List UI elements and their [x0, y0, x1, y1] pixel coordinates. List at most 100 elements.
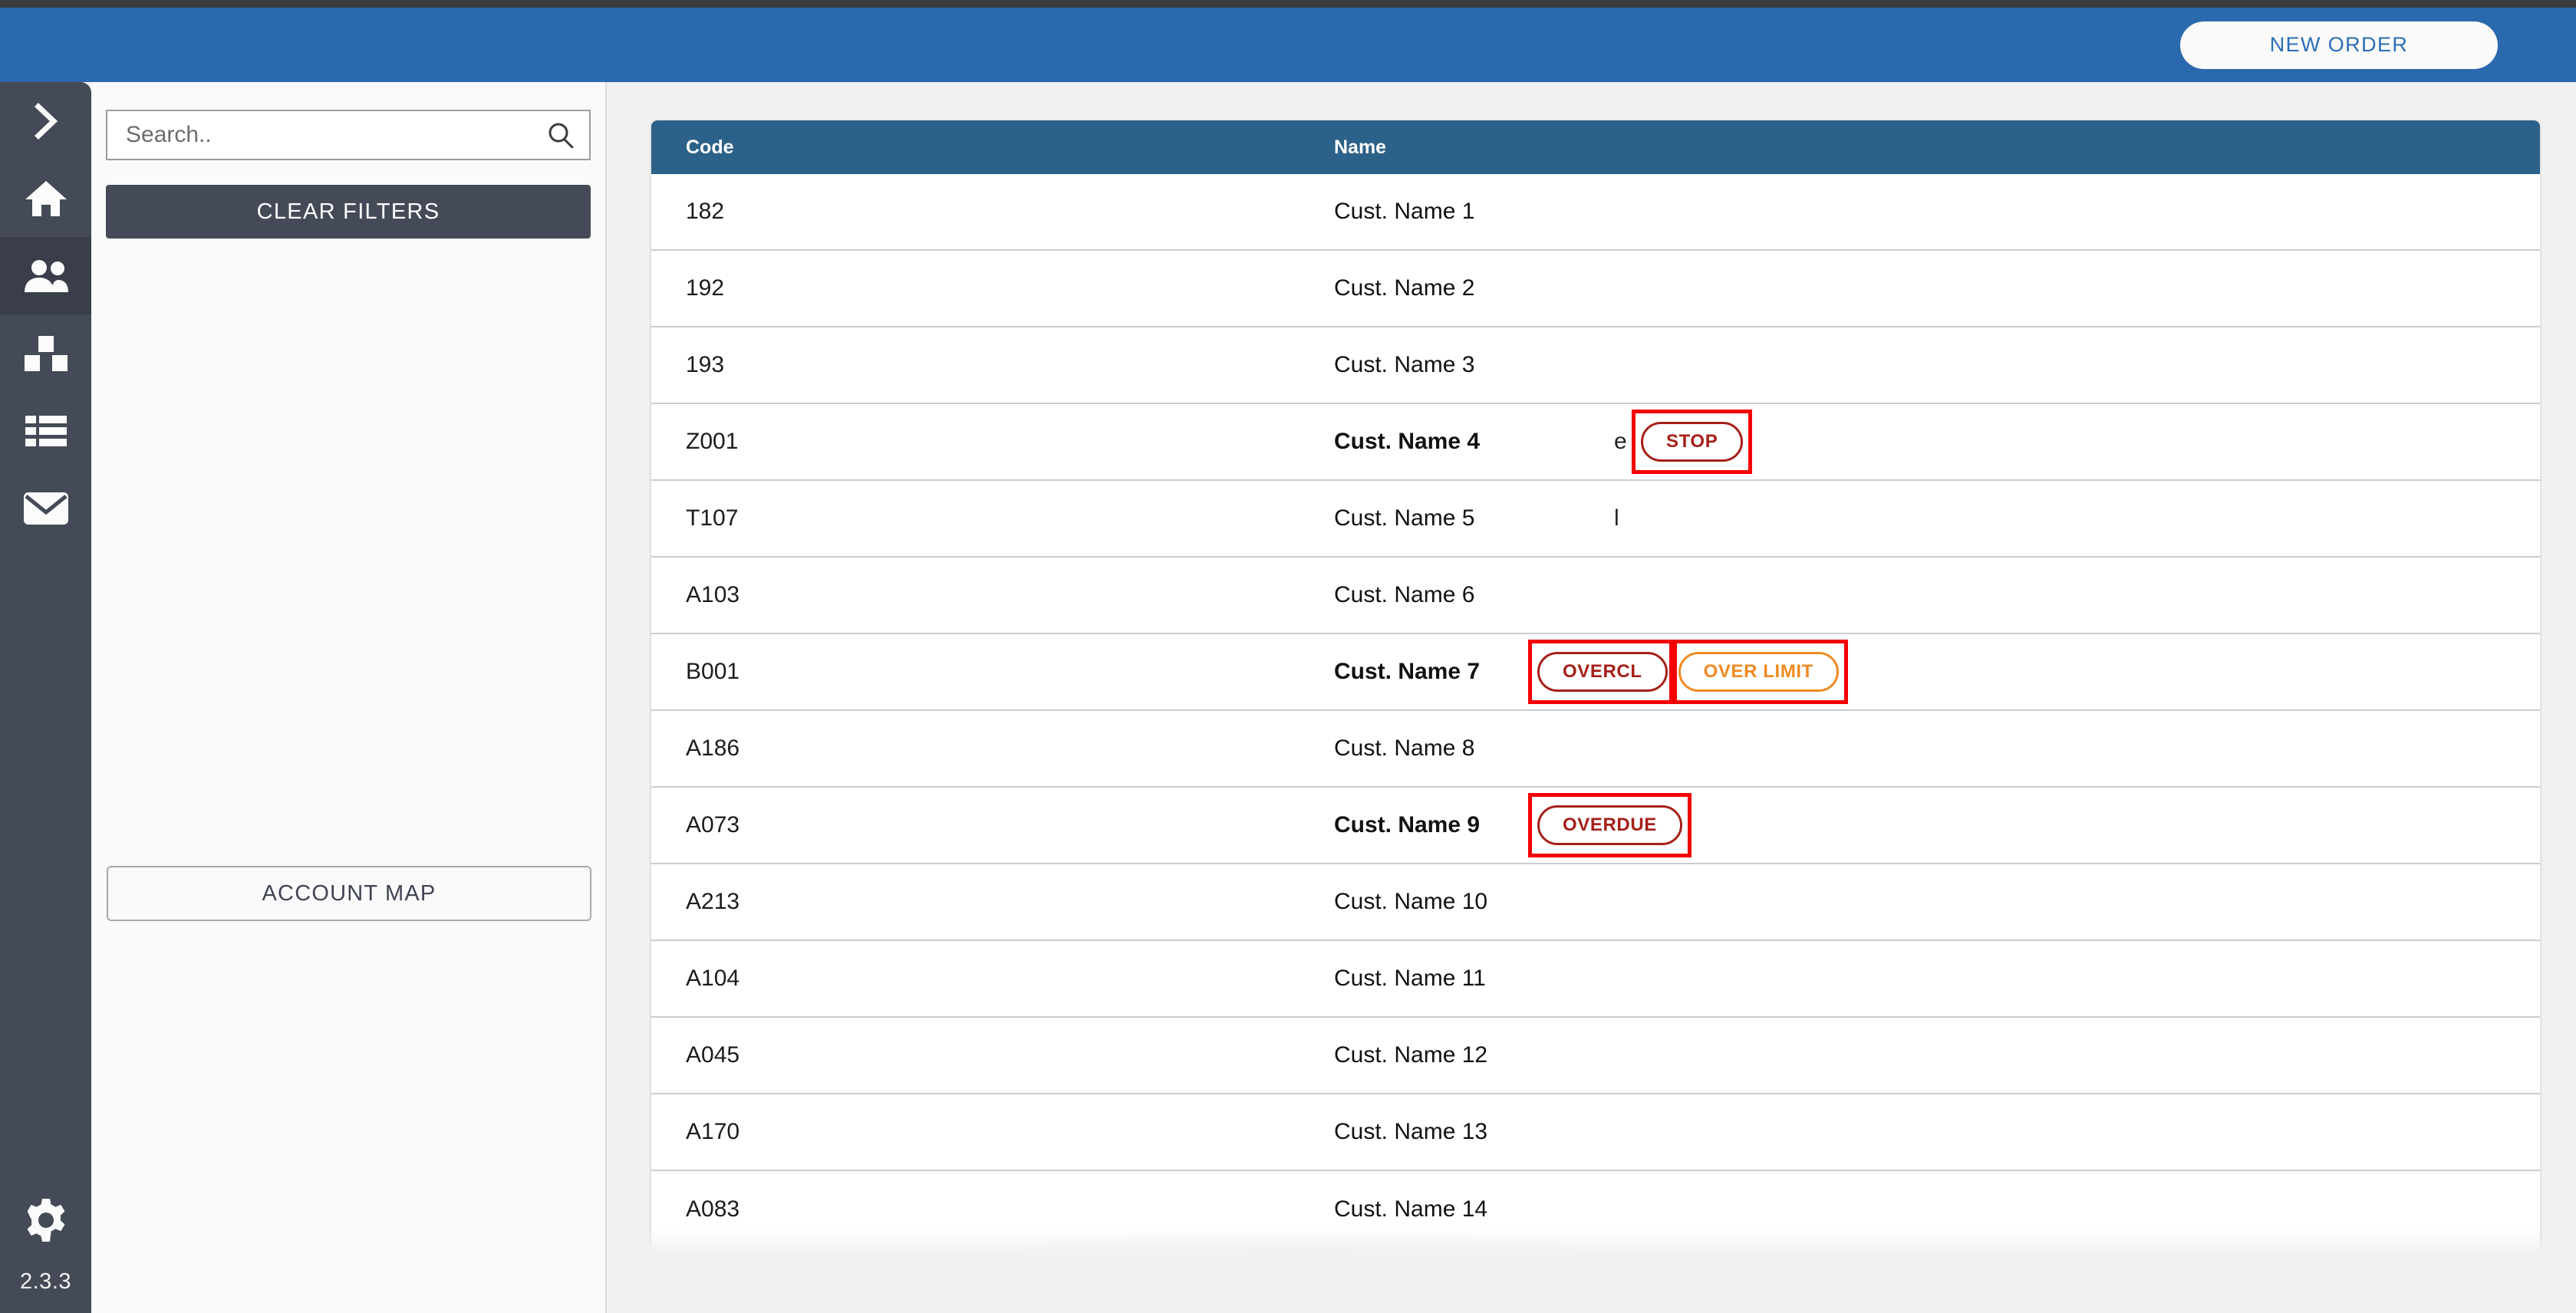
customer-name-label: Cust. Name 7 [1334, 659, 1480, 685]
cell-name: Cust. Name 10 [1307, 864, 2540, 940]
table-row[interactable]: 182Cust. Name 1 [651, 174, 2540, 251]
sidebar-item-products[interactable] [0, 314, 91, 392]
sidebar-item-messages[interactable] [0, 469, 91, 547]
table-row[interactable]: B001 Cust. Name 7 OVERCLOVER LIMIT [651, 634, 2540, 711]
status-badge[interactable]: STOP [1641, 422, 1743, 462]
sidebar-item-home[interactable] [0, 160, 91, 237]
table-row[interactable]: T107 Cust. Name 5 l [651, 481, 2540, 558]
customer-name-label: Cust. Name 4 [1334, 429, 1480, 455]
top-app-bar: NEW ORDER [0, 8, 2576, 82]
status-badge-group: OVERCLOVER LIMIT [1537, 652, 1839, 692]
app-version-label: 2.3.3 [20, 1269, 71, 1295]
customers-table: Code Name 182Cust. Name 1192Cust. Name 2… [651, 120, 2540, 1281]
cell-name: Cust. Name 4 e STOP [1307, 404, 2540, 479]
people-icon [23, 259, 69, 293]
table-row[interactable]: A045 Cust. Name 12 [651, 1018, 2540, 1094]
cell-code: A103 [651, 582, 1307, 608]
table-row[interactable]: Z001 Cust. Name 4 e STOP [651, 404, 2540, 481]
main-content-area: Code Name 182Cust. Name 1192Cust. Name 2… [607, 82, 2576, 1313]
cell-name: Cust. Name 11 [1307, 941, 2540, 1016]
gear-icon [24, 1198, 68, 1242]
cell-code: A073 [651, 812, 1307, 838]
cell-name: Cust. Name 8 [1307, 711, 2540, 786]
customer-name-label: Cust. Name 8 [1334, 735, 1474, 762]
cell-name: Cust. Name 3 [1307, 327, 2540, 403]
table-row[interactable]: 192 Cust. Name 2 [651, 251, 2540, 327]
status-badge[interactable]: OVERCL [1537, 652, 1668, 692]
new-order-button[interactable]: NEW ORDER [2180, 21, 2498, 69]
status-badge-holder: OVERCL [1537, 652, 1668, 692]
window-chrome-strip [0, 0, 2576, 8]
customer-name-label: Cust. Name 2 [1334, 275, 1474, 301]
cell-name: Cust. Name 5 l [1307, 481, 2540, 556]
cell-code: B001 [651, 659, 1307, 685]
status-badge[interactable]: OVER LIMIT [1678, 652, 1839, 692]
cell-code: 192 [651, 275, 1307, 301]
clear-filters-button[interactable]: CLEAR FILTERS [106, 185, 591, 239]
cell-name: Cust. Name 6 [1307, 558, 2540, 633]
cell-name: Cust. Name 13 [1307, 1094, 2540, 1170]
customer-name-label: Cust. Name 3 [1334, 352, 1474, 378]
cell-name: Cust. Name 9 OVERDUE [1307, 788, 2540, 863]
sidebar-item-expand-sidebar[interactable] [0, 82, 91, 160]
cell-code: A170 [651, 1119, 1307, 1145]
table-row[interactable]: A186 Cust. Name 8 [651, 711, 2540, 788]
search-icon[interactable] [548, 122, 574, 148]
cell-code: A083 [651, 1196, 1307, 1223]
table-row[interactable]: A103 Cust. Name 6 [651, 558, 2540, 634]
table-body: 182Cust. Name 1192Cust. Name 2193Cust. N… [651, 174, 2540, 1248]
cell-code: 193 [651, 352, 1307, 378]
customer-name-label: Cust. Name 6 [1334, 582, 1474, 608]
customer-name-label: Cust. Name 14 [1334, 1196, 1487, 1223]
cell-name: Cust. Name 12 [1307, 1018, 2540, 1093]
customer-name-label: Cust. Name 11 [1334, 966, 1486, 992]
customer-name-label: Cust. Name 10 [1334, 889, 1487, 915]
customer-name-label: Cust. Name 5 [1334, 505, 1474, 531]
status-badge[interactable]: OVERDUE [1537, 805, 1682, 845]
home-icon [25, 179, 68, 218]
sidebar-item-orders[interactable] [0, 392, 91, 469]
envelope-icon [23, 492, 69, 525]
truncated-text-fragment: e [1614, 429, 1627, 455]
table-row[interactable]: A104 Cust. Name 11 [651, 941, 2540, 1018]
table-header-row: Code Name [651, 120, 2540, 174]
cell-code: Z001 [651, 429, 1307, 455]
table-row[interactable]: 193 Cust. Name 3 [651, 327, 2540, 404]
cell-code: A104 [651, 966, 1307, 992]
cell-code: A045 [651, 1042, 1307, 1068]
boxes-icon [24, 335, 68, 372]
sidebar-item-settings[interactable] [0, 1181, 91, 1259]
cell-code: A186 [651, 735, 1307, 762]
table-row[interactable]: A073 Cust. Name 9 OVERDUE [651, 788, 2540, 864]
truncated-text-fragment: l [1614, 505, 1619, 531]
table-row[interactable]: A170 Cust. Name 13 [651, 1094, 2540, 1171]
table-row[interactable]: A213 Cust. Name 10 [651, 864, 2540, 941]
column-header-code[interactable]: Code [651, 137, 1307, 159]
cell-name: Cust. Name 2 [1307, 251, 2540, 326]
list-icon [25, 414, 68, 448]
account-map-button[interactable]: ACCOUNT MAP [107, 866, 591, 921]
status-badge-holder: OVER LIMIT [1678, 652, 1839, 692]
table-row[interactable]: A083 Cust. Name 14 [651, 1171, 2540, 1248]
search-field-wrapper[interactable] [106, 110, 591, 160]
chevron-right-icon [33, 103, 59, 140]
cell-code: A213 [651, 889, 1307, 915]
search-input[interactable] [126, 122, 548, 148]
app-window: NEW ORDER [0, 0, 2576, 1313]
customer-name-label: Cust. Name 12 [1334, 1042, 1487, 1068]
customer-name-label: Cust. Name 13 [1334, 1119, 1487, 1145]
status-badge-holder: STOP [1641, 422, 1743, 462]
cell-code: T107 [651, 505, 1307, 531]
sidebar-item-customers[interactable] [0, 237, 91, 314]
status-badge-group: STOP [1641, 422, 1743, 462]
sidebar-nav-rail: 2.3.3 [0, 82, 91, 1313]
column-header-name[interactable]: Name [1307, 137, 2540, 159]
cell-name: Cust. Name 1 [1307, 174, 2540, 249]
customer-name-label: Cust. Name 9 [1334, 812, 1480, 838]
status-badge-holder: OVERDUE [1537, 805, 1682, 845]
cell-name: Cust. Name 14 [1307, 1171, 2540, 1248]
status-badge-group: OVERDUE [1537, 805, 1682, 845]
cell-name: Cust. Name 7 OVERCLOVER LIMIT [1307, 634, 2540, 709]
cell-code: 182 [651, 199, 1307, 225]
filter-panel: CLEAR FILTERS ACCOUNT MAP [91, 82, 607, 1313]
